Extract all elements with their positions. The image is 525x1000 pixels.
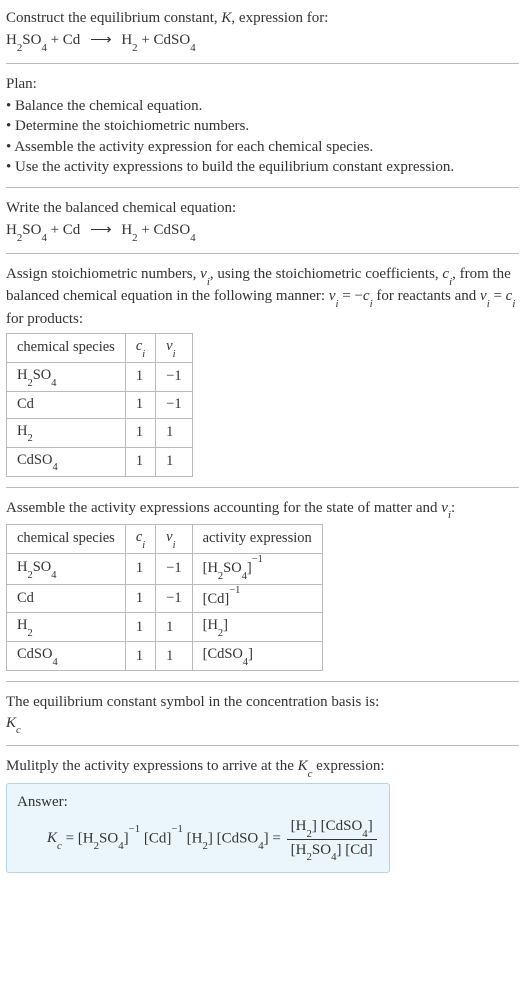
- answer-equation: Kc = [H2SO4]−1 [Cd]−1 [H2] [CdSO4] = [H2…: [17, 816, 379, 862]
- title-equation: H2SO4 + Cd ⟶ H2 + CdSO4: [6, 30, 519, 53]
- title-block: Construct the equilibrium constant, K, e…: [6, 8, 519, 53]
- nui-cell: 1: [156, 447, 192, 476]
- list-item: Assemble the activity expression for eac…: [6, 137, 519, 157]
- symbol-value: Kc: [6, 713, 519, 736]
- activity-cell: [Cd]−1: [192, 585, 322, 613]
- answer-label: Answer:: [17, 792, 379, 812]
- nui-cell: −1: [156, 363, 192, 392]
- species-cell: Cd: [7, 585, 126, 613]
- divider: [6, 187, 519, 188]
- symbol-block: The equilibrium constant symbol in the c…: [6, 692, 519, 735]
- table-row: Cd 1 −1: [7, 392, 193, 419]
- multiply-block: Mulitply the activity expressions to arr…: [6, 756, 519, 873]
- nui-cell: −1: [156, 585, 192, 613]
- assign-text: Assign stoichiometric numbers, νi, using…: [6, 264, 519, 329]
- table-row: H2SO4 1 −1 [H2SO4]−1: [7, 554, 323, 585]
- nui-cell: 1: [156, 418, 192, 447]
- activity-block: Assemble the activity expressions accoun…: [6, 498, 519, 672]
- nui-cell: −1: [156, 554, 192, 585]
- col-header: activity expression: [192, 525, 322, 554]
- ci-cell: 1: [125, 642, 155, 671]
- activity-cell: [H2SO4]−1: [192, 554, 322, 585]
- table-row: Cd 1 −1 [Cd]−1: [7, 585, 323, 613]
- plan-block: Plan: Balance the chemical equation. Det…: [6, 74, 519, 177]
- divider: [6, 681, 519, 682]
- activity-cell: [CdSO4]: [192, 642, 322, 671]
- ci-cell: 1: [125, 363, 155, 392]
- col-header: νi: [156, 334, 192, 363]
- arrow-icon: ⟶: [84, 220, 118, 240]
- table-header-row: chemical species ci νi: [7, 334, 193, 363]
- plan-list: Balance the chemical equation. Determine…: [6, 96, 519, 177]
- species-cell: H2: [7, 418, 126, 447]
- list-item: Determine the stoichiometric numbers.: [6, 116, 519, 136]
- balanced-block: Write the balanced chemical equation: H2…: [6, 198, 519, 243]
- plan-label: Plan:: [6, 74, 519, 94]
- divider: [6, 487, 519, 488]
- table-row: CdSO4 1 1 [CdSO4]: [7, 642, 323, 671]
- divider: [6, 745, 519, 746]
- ci-cell: 1: [125, 418, 155, 447]
- table-row: H2 1 1 [H2]: [7, 613, 323, 642]
- col-header: νi: [156, 525, 192, 554]
- nui-cell: −1: [156, 392, 192, 419]
- stoich-table: chemical species ci νi H2SO4 1 −1 Cd 1 −…: [6, 333, 193, 476]
- assemble-text: Assemble the activity expressions accoun…: [6, 498, 519, 521]
- col-header: ci: [125, 334, 155, 363]
- species-cell: H2SO4: [7, 554, 126, 585]
- list-item: Balance the chemical equation.: [6, 96, 519, 116]
- ci-cell: 1: [125, 613, 155, 642]
- col-header: chemical species: [7, 525, 126, 554]
- species-cell: CdSO4: [7, 447, 126, 476]
- ci-cell: 1: [125, 585, 155, 613]
- species-cell: H2SO4: [7, 363, 126, 392]
- nui-cell: 1: [156, 642, 192, 671]
- answer-box: Answer: Kc = [H2SO4]−1 [Cd]−1 [H2] [CdSO…: [6, 783, 390, 873]
- nui-cell: 1: [156, 613, 192, 642]
- table-row: CdSO4 1 1: [7, 447, 193, 476]
- table-row: H2 1 1: [7, 418, 193, 447]
- arrow-icon: ⟶: [84, 30, 118, 50]
- title-line: Construct the equilibrium constant, K, e…: [6, 8, 519, 28]
- species-cell: CdSO4: [7, 642, 126, 671]
- divider: [6, 63, 519, 64]
- table-header-row: chemical species ci νi activity expressi…: [7, 525, 323, 554]
- species-cell: H2: [7, 613, 126, 642]
- col-header: ci: [125, 525, 155, 554]
- species-cell: Cd: [7, 392, 126, 419]
- assign-block: Assign stoichiometric numbers, νi, using…: [6, 264, 519, 477]
- balanced-equation: H2SO4 + Cd ⟶ H2 + CdSO4: [6, 220, 519, 243]
- ci-cell: 1: [125, 447, 155, 476]
- divider: [6, 253, 519, 254]
- symbol-text: The equilibrium constant symbol in the c…: [6, 692, 519, 712]
- ci-cell: 1: [125, 392, 155, 419]
- balanced-label: Write the balanced chemical equation:: [6, 198, 519, 218]
- list-item: Use the activity expressions to build th…: [6, 157, 519, 177]
- table-row: H2SO4 1 −1: [7, 363, 193, 392]
- multiply-text: Mulitply the activity expressions to arr…: [6, 756, 519, 779]
- activity-cell: [H2]: [192, 613, 322, 642]
- col-header: chemical species: [7, 334, 126, 363]
- ci-cell: 1: [125, 554, 155, 585]
- activity-table: chemical species ci νi activity expressi…: [6, 524, 323, 671]
